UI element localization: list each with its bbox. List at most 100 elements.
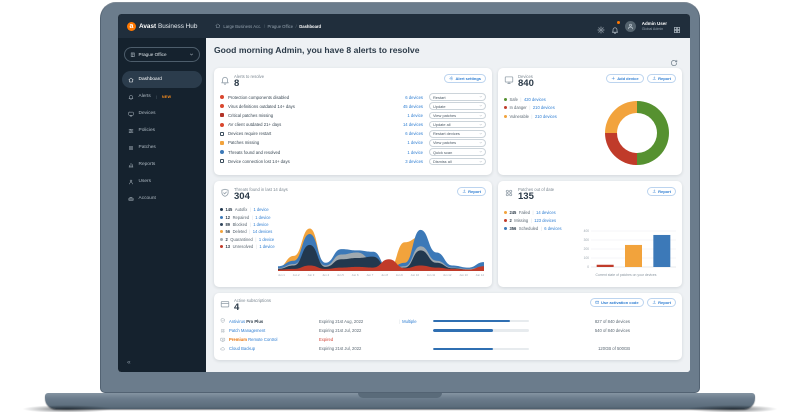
legend-devices-link[interactable]: 1 device: [255, 215, 270, 220]
legend-devices-link[interactable]: 210 devices: [533, 105, 555, 110]
sidebar-item-alerts[interactable]: Alerts | NEW: [122, 88, 202, 105]
x-tick-label: Jun 9: [395, 272, 403, 277]
alert-devices-link[interactable]: 1 device: [407, 150, 423, 155]
legend-devices-link[interactable]: 1 device: [253, 207, 268, 212]
avatar[interactable]: [624, 20, 636, 32]
chevron-down-icon: [479, 132, 483, 136]
legend-devices-link[interactable]: 1 device: [259, 244, 274, 249]
subscription-expiry: Expiring 21st Aug, 2022: [319, 318, 364, 324]
subscription-progress-bar: [433, 319, 529, 323]
legend-dot: [504, 114, 507, 118]
subscription-name[interactable]: Antivirus Pro Plus: [229, 319, 319, 324]
legend-devices-link[interactable]: 210 devices: [535, 114, 557, 119]
notifications-button[interactable]: [611, 21, 620, 30]
devices-legend: Safe | 420 devices In danger | 210 devices Vul…: [504, 95, 557, 121]
sidebar-item-dashboard[interactable]: Dashboard: [122, 71, 202, 88]
card-icon: [595, 300, 600, 305]
legend-label: In danger: [509, 105, 527, 111]
alert-devices-link[interactable]: 1 device: [407, 113, 423, 118]
subscription-name[interactable]: Premium Remote Control: [229, 337, 319, 342]
subscriptions-list: Antivirus Pro Plus Expiring 21st Aug, 202…: [220, 316, 676, 353]
x-tick-label: Jun 4: [322, 272, 330, 277]
legend-dot: [504, 226, 507, 230]
sidebar-collapse-button[interactable]: «: [127, 359, 131, 366]
alert-devices-link[interactable]: 6 devices: [405, 131, 423, 136]
legend-devices-link[interactable]: 420 devices: [524, 97, 546, 102]
notification-dot: [616, 21, 620, 24]
alert-action-dropdown[interactable]: Update: [429, 102, 486, 111]
subscriptions-report-button[interactable]: Report: [646, 298, 676, 307]
sidebar-item-reports[interactable]: Reports: [122, 156, 202, 173]
patches-report-button[interactable]: Report: [646, 187, 676, 196]
sidebar-item-account[interactable]: Account: [122, 190, 202, 207]
site-selector-label: Prague Office: [138, 52, 167, 57]
alert-row: Protection components disabled 6 devices R…: [220, 92, 486, 101]
topbar-actions: Admin User Global Admin: [597, 20, 681, 32]
alert-row: Critical patches missing 1 device View pat…: [220, 111, 486, 120]
alert-action-dropdown[interactable]: Dismiss all: [429, 157, 486, 166]
legend-label: Unresolved: [232, 244, 254, 250]
alert-status-icon: [220, 140, 224, 145]
patch-icon: [220, 328, 226, 334]
subscription-expiry: Expiring 21st Jul, 2022: [319, 346, 362, 352]
subscription-name[interactable]: Cloud Backup: [229, 346, 319, 351]
alert-action-dropdown[interactable]: Update all: [429, 120, 486, 129]
threats-report-button[interactable]: Report: [456, 187, 486, 196]
subscription-name[interactable]: Patch Management: [229, 328, 319, 333]
alert-label: Critical patches missing: [228, 112, 274, 118]
alert-devices-link[interactable]: 14 devices: [403, 122, 423, 127]
legend-devices-link[interactable]: 14 devices: [253, 229, 273, 234]
alert-status-icon: [220, 104, 224, 109]
add-device-button[interactable]: Add device: [605, 74, 644, 83]
alert-action-dropdown[interactable]: Restart devices: [429, 129, 486, 138]
legend-label: Quarantined: [230, 236, 253, 242]
legend-devices-link[interactable]: 1 device: [253, 222, 268, 227]
chevron-down-icon: [479, 104, 483, 108]
subscription-row: Antivirus Pro Plus Expiring 21st Aug, 202…: [220, 316, 676, 325]
alert-devices-link[interactable]: 1 device: [407, 140, 423, 145]
legend-label: Repaired: [232, 214, 250, 220]
x-tick-label: Jun 13: [459, 272, 468, 277]
legend-item: 245 Failed | 14 devices: [504, 208, 562, 216]
chevron-down-icon: [479, 114, 483, 118]
refresh-button[interactable]: [670, 55, 678, 63]
user-menu[interactable]: Admin User Global Admin: [642, 21, 667, 30]
alert-action-dropdown[interactable]: Quick scan: [429, 148, 486, 156]
apps-button[interactable]: [673, 22, 681, 30]
legend-item: 356 Scheduled | 6 devices: [504, 224, 562, 232]
sidebar-item-patches[interactable]: Patches: [122, 139, 202, 156]
sidebar-item-policies[interactable]: Policies: [122, 122, 202, 139]
svg-text:200: 200: [584, 247, 590, 251]
alert-devices-link[interactable]: 3 devices: [405, 159, 423, 164]
breadcrumb-item[interactable]: Large Business Acc.: [223, 24, 261, 29]
app-window: a Avast Business Hub Large Business Acc.…: [118, 14, 690, 372]
use-activation-code-button[interactable]: Use activation code: [589, 298, 644, 307]
legend-label: Blocked: [232, 221, 248, 227]
legend-devices-link[interactable]: 14 devices: [536, 210, 556, 215]
site-selector[interactable]: Prague Office: [124, 47, 200, 62]
alert-action-dropdown[interactable]: View patches: [429, 139, 486, 147]
sidebar-item-users[interactable]: Users: [122, 173, 202, 190]
devices-report-button[interactable]: Report: [646, 74, 676, 83]
subscription-usage: 827 of 840 devices: [594, 318, 630, 324]
user-name: Admin User: [641, 21, 667, 27]
alert-settings-button[interactable]: Alert settings: [443, 74, 486, 83]
settings-button[interactable]: [597, 22, 605, 30]
legend-devices-link[interactable]: 1 device: [259, 237, 274, 242]
alert-action-dropdown[interactable]: Restart: [429, 93, 486, 101]
subscription-usage: 540 of 840 devices: [594, 327, 630, 333]
alert-action-dropdown[interactable]: View patches: [429, 111, 486, 120]
breadcrumb-item[interactable]: Prague Office: [268, 24, 294, 29]
sidebar-item-devices[interactable]: Devices: [122, 105, 202, 122]
sidebar: Prague Office Dashboard Alerts | NEW Devices…: [118, 38, 206, 372]
cloud-icon: [220, 346, 226, 352]
alert-status-icon: [220, 131, 224, 136]
breadcrumb-current: Dashboard: [299, 23, 322, 29]
alert-status-icon: [220, 150, 224, 155]
card-icon: [220, 299, 230, 309]
legend-devices-link[interactable]: 123 devices: [534, 218, 556, 223]
alert-devices-link[interactable]: 6 devices: [405, 95, 423, 100]
subscription-extra-link[interactable]: | Multiple: [399, 319, 433, 324]
alert-devices-link[interactable]: 45 devices: [403, 104, 423, 109]
legend-devices-link[interactable]: 6 devices: [544, 226, 561, 231]
